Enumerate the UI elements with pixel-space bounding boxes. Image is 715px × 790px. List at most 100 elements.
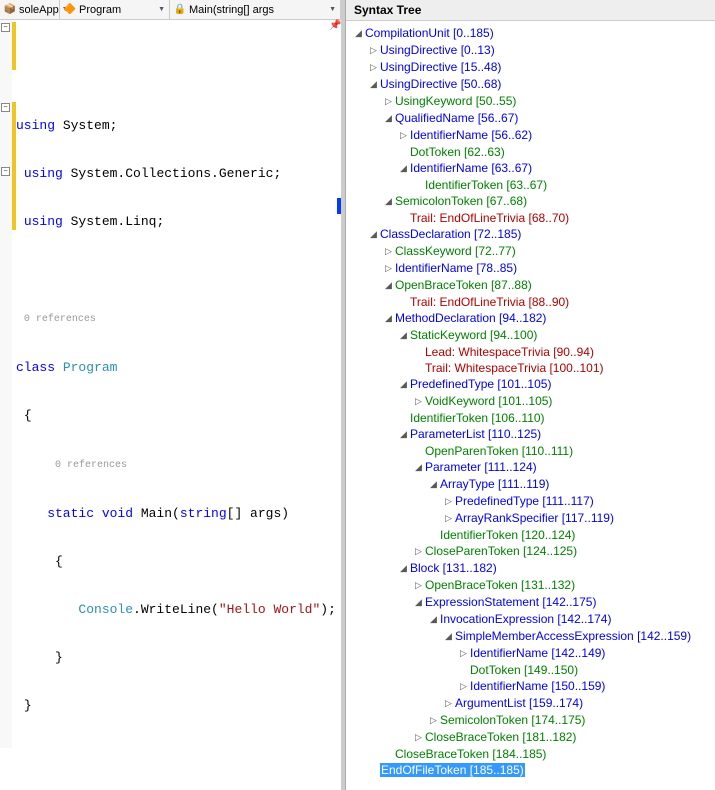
tree-collapse-icon[interactable]: ◢	[444, 628, 453, 644]
tree-node-label[interactable]: CloseParenToken [124..125)	[425, 544, 577, 558]
tree-node-label[interactable]: StaticKeyword [94..100)	[410, 328, 537, 342]
tree-collapse-icon[interactable]: ◢	[414, 459, 423, 475]
tree-node[interactable]: ◢IdentifierName [63..67)	[354, 160, 715, 177]
tree-node[interactable]: ▷UsingDirective [15..48)	[354, 59, 715, 76]
tree-expand-icon[interactable]: ▷	[399, 127, 408, 143]
tree-collapse-icon[interactable]: ◢	[429, 476, 438, 492]
tree-node-label[interactable]: OpenBraceToken [131..132)	[425, 578, 575, 592]
tree-node-label[interactable]: CloseBraceToken [181..182)	[425, 730, 576, 744]
tree-collapse-icon[interactable]: ◢	[384, 310, 393, 326]
tree-expand-icon[interactable]: ▷	[459, 678, 468, 694]
tree-node[interactable]: Trail: EndOfLineTrivia [68..70)	[354, 210, 715, 226]
tree-node-label[interactable]: IdentifierName [150..159)	[470, 679, 605, 693]
tree-node[interactable]: ◢ArrayType [111..119)	[354, 476, 715, 493]
tree-collapse-icon[interactable]: ◢	[354, 25, 363, 41]
tree-node[interactable]: ▷SemicolonToken [174..175)	[354, 712, 715, 729]
tree-collapse-icon[interactable]: ◢	[399, 376, 408, 392]
tree-collapse-icon[interactable]: ◢	[369, 226, 378, 242]
tree-node-label[interactable]: IdentifierToken [106..110)	[410, 411, 545, 425]
tree-node-label[interactable]: IdentifierToken [63..67)	[425, 178, 547, 192]
tree-node[interactable]: ◢StaticKeyword [94..100)	[354, 327, 715, 344]
tree-node[interactable]: Trail: EndOfLineTrivia [88..90)	[354, 294, 715, 310]
tree-node-label[interactable]: OpenBraceToken [87..88)	[395, 278, 532, 292]
tree-node-label[interactable]: OpenParenToken [110..111)	[425, 444, 573, 458]
tree-node-label[interactable]: ClassKeyword [72..77)	[395, 244, 516, 258]
tree-node-label[interactable]: DotToken [149..150)	[470, 663, 578, 677]
tree-collapse-icon[interactable]: ◢	[414, 594, 423, 610]
tree-node-label[interactable]: Trail: EndOfLineTrivia [68..70)	[410, 211, 569, 225]
tree-node-label[interactable]: MethodDeclaration [94..182)	[395, 311, 546, 325]
tree-node[interactable]: ◢SemicolonToken [67..68)	[354, 193, 715, 210]
tree-node-label[interactable]: Block [131..182)	[410, 561, 497, 575]
tree-node-label[interactable]: ArrayType [111..119)	[440, 477, 549, 491]
tree-expand-icon[interactable]: ▷	[459, 645, 468, 661]
code-editor[interactable]: − − − using System; using System.Collect…	[0, 20, 341, 748]
tree-expand-icon[interactable]: ▷	[414, 393, 423, 409]
tree-expand-icon[interactable]: ▷	[369, 42, 378, 58]
tree-node[interactable]: ▷ClassKeyword [72..77)	[354, 243, 715, 260]
tree-expand-icon[interactable]: ▷	[429, 712, 438, 728]
tree-node[interactable]: ◢InvocationExpression [142..174)	[354, 611, 715, 628]
tree-node[interactable]: EndOfFileToken [185..185)	[354, 762, 715, 778]
tree-node[interactable]: DotToken [62..63)	[354, 144, 715, 160]
tree-node-label[interactable]: SimpleMemberAccessExpression [142..159)	[455, 629, 691, 643]
tree-node[interactable]: ◢UsingDirective [50..68)	[354, 76, 715, 93]
tree-expand-icon[interactable]: ▷	[444, 510, 453, 526]
tree-node[interactable]: ▷IdentifierName [78..85)	[354, 260, 715, 277]
tree-node[interactable]: Trail: WhitespaceTrivia [100..101)	[354, 360, 715, 376]
tree-node[interactable]: ◢OpenBraceToken [87..88)	[354, 277, 715, 294]
tree-node-label[interactable]: InvocationExpression [142..174)	[440, 612, 611, 626]
tree-node-label[interactable]: ClassDeclaration [72..185)	[380, 227, 521, 241]
tree-node[interactable]: ▷CloseParenToken [124..125)	[354, 543, 715, 560]
tree-collapse-icon[interactable]: ◢	[399, 327, 408, 343]
tree-collapse-icon[interactable]: ◢	[399, 160, 408, 176]
tree-node[interactable]: ▷PredefinedType [111..117)	[354, 493, 715, 510]
fold-toggle[interactable]: −	[1, 167, 10, 176]
tree-node[interactable]: OpenParenToken [110..111)	[354, 443, 715, 459]
tree-node-label[interactable]: IdentifierName [56..62)	[410, 128, 532, 142]
tree-node-label[interactable]: VoidKeyword [101..105)	[425, 394, 552, 408]
tree-node[interactable]: ▷OpenBraceToken [131..132)	[354, 577, 715, 594]
tree-expand-icon[interactable]: ▷	[384, 243, 393, 259]
tree-node-label[interactable]: EndOfFileToken [185..185)	[380, 763, 525, 777]
tree-node[interactable]: ▷ArgumentList [159..174)	[354, 695, 715, 712]
tree-node[interactable]: IdentifierToken [120..124)	[354, 527, 715, 543]
tree-node[interactable]: ◢ParameterList [110..125)	[354, 426, 715, 443]
tree-expand-icon[interactable]: ▷	[384, 93, 393, 109]
tree-node-label[interactable]: IdentifierName [63..67)	[410, 161, 532, 175]
tree-node[interactable]: ◢PredefinedType [101..105)	[354, 376, 715, 393]
tree-collapse-icon[interactable]: ◢	[384, 193, 393, 209]
tree-node[interactable]: DotToken [149..150)	[354, 662, 715, 678]
tree-expand-icon[interactable]: ▷	[369, 59, 378, 75]
tree-node-label[interactable]: ArgumentList [159..174)	[455, 696, 583, 710]
tree-expand-icon[interactable]: ▷	[414, 577, 423, 593]
tree-collapse-icon[interactable]: ◢	[399, 560, 408, 576]
tree-node[interactable]: ▷ArrayRankSpecifier [117..119)	[354, 510, 715, 527]
tree-node[interactable]: ▷IdentifierName [142..149)	[354, 645, 715, 662]
tree-node-label[interactable]: Trail: WhitespaceTrivia [100..101)	[425, 361, 604, 375]
tree-expand-icon[interactable]: ▷	[384, 260, 393, 276]
tree-node-label[interactable]: IdentifierToken [120..124)	[440, 528, 575, 542]
tree-node[interactable]: ◢Parameter [111..124)	[354, 459, 715, 476]
syntax-tree[interactable]: ◢CompilationUnit [0..185)▷UsingDirective…	[346, 21, 715, 790]
tree-collapse-icon[interactable]: ◢	[369, 76, 378, 92]
tree-node-label[interactable]: ExpressionStatement [142..175)	[425, 595, 596, 609]
tree-node-label[interactable]: IdentifierName [142..149)	[470, 646, 605, 660]
tree-node-label[interactable]: ArrayRankSpecifier [117..119)	[455, 511, 614, 525]
tree-node[interactable]: ▷UsingDirective [0..13)	[354, 42, 715, 59]
tree-node[interactable]: ▷UsingKeyword [50..55)	[354, 93, 715, 110]
tree-node-label[interactable]: UsingDirective [50..68)	[380, 77, 501, 91]
tree-expand-icon[interactable]: ▷	[444, 493, 453, 509]
tree-node[interactable]: ▷VoidKeyword [101..105)	[354, 393, 715, 410]
tree-node-label[interactable]: PredefinedType [101..105)	[410, 377, 551, 391]
tree-node-label[interactable]: CompilationUnit [0..185)	[365, 26, 494, 40]
method-dropdown[interactable]: 🔒 Main(string[] args ▼	[170, 0, 341, 19]
tree-node[interactable]: ◢QualifiedName [56..67)	[354, 110, 715, 127]
tree-node[interactable]: ◢Block [131..182)	[354, 560, 715, 577]
tree-node-label[interactable]: UsingKeyword [50..55)	[395, 94, 516, 108]
tree-node[interactable]: ◢ClassDeclaration [72..185)	[354, 226, 715, 243]
tree-expand-icon[interactable]: ▷	[444, 695, 453, 711]
tree-node[interactable]: IdentifierToken [63..67)	[354, 177, 715, 193]
tree-collapse-icon[interactable]: ◢	[399, 426, 408, 442]
tree-node[interactable]: ◢CompilationUnit [0..185)	[354, 25, 715, 42]
